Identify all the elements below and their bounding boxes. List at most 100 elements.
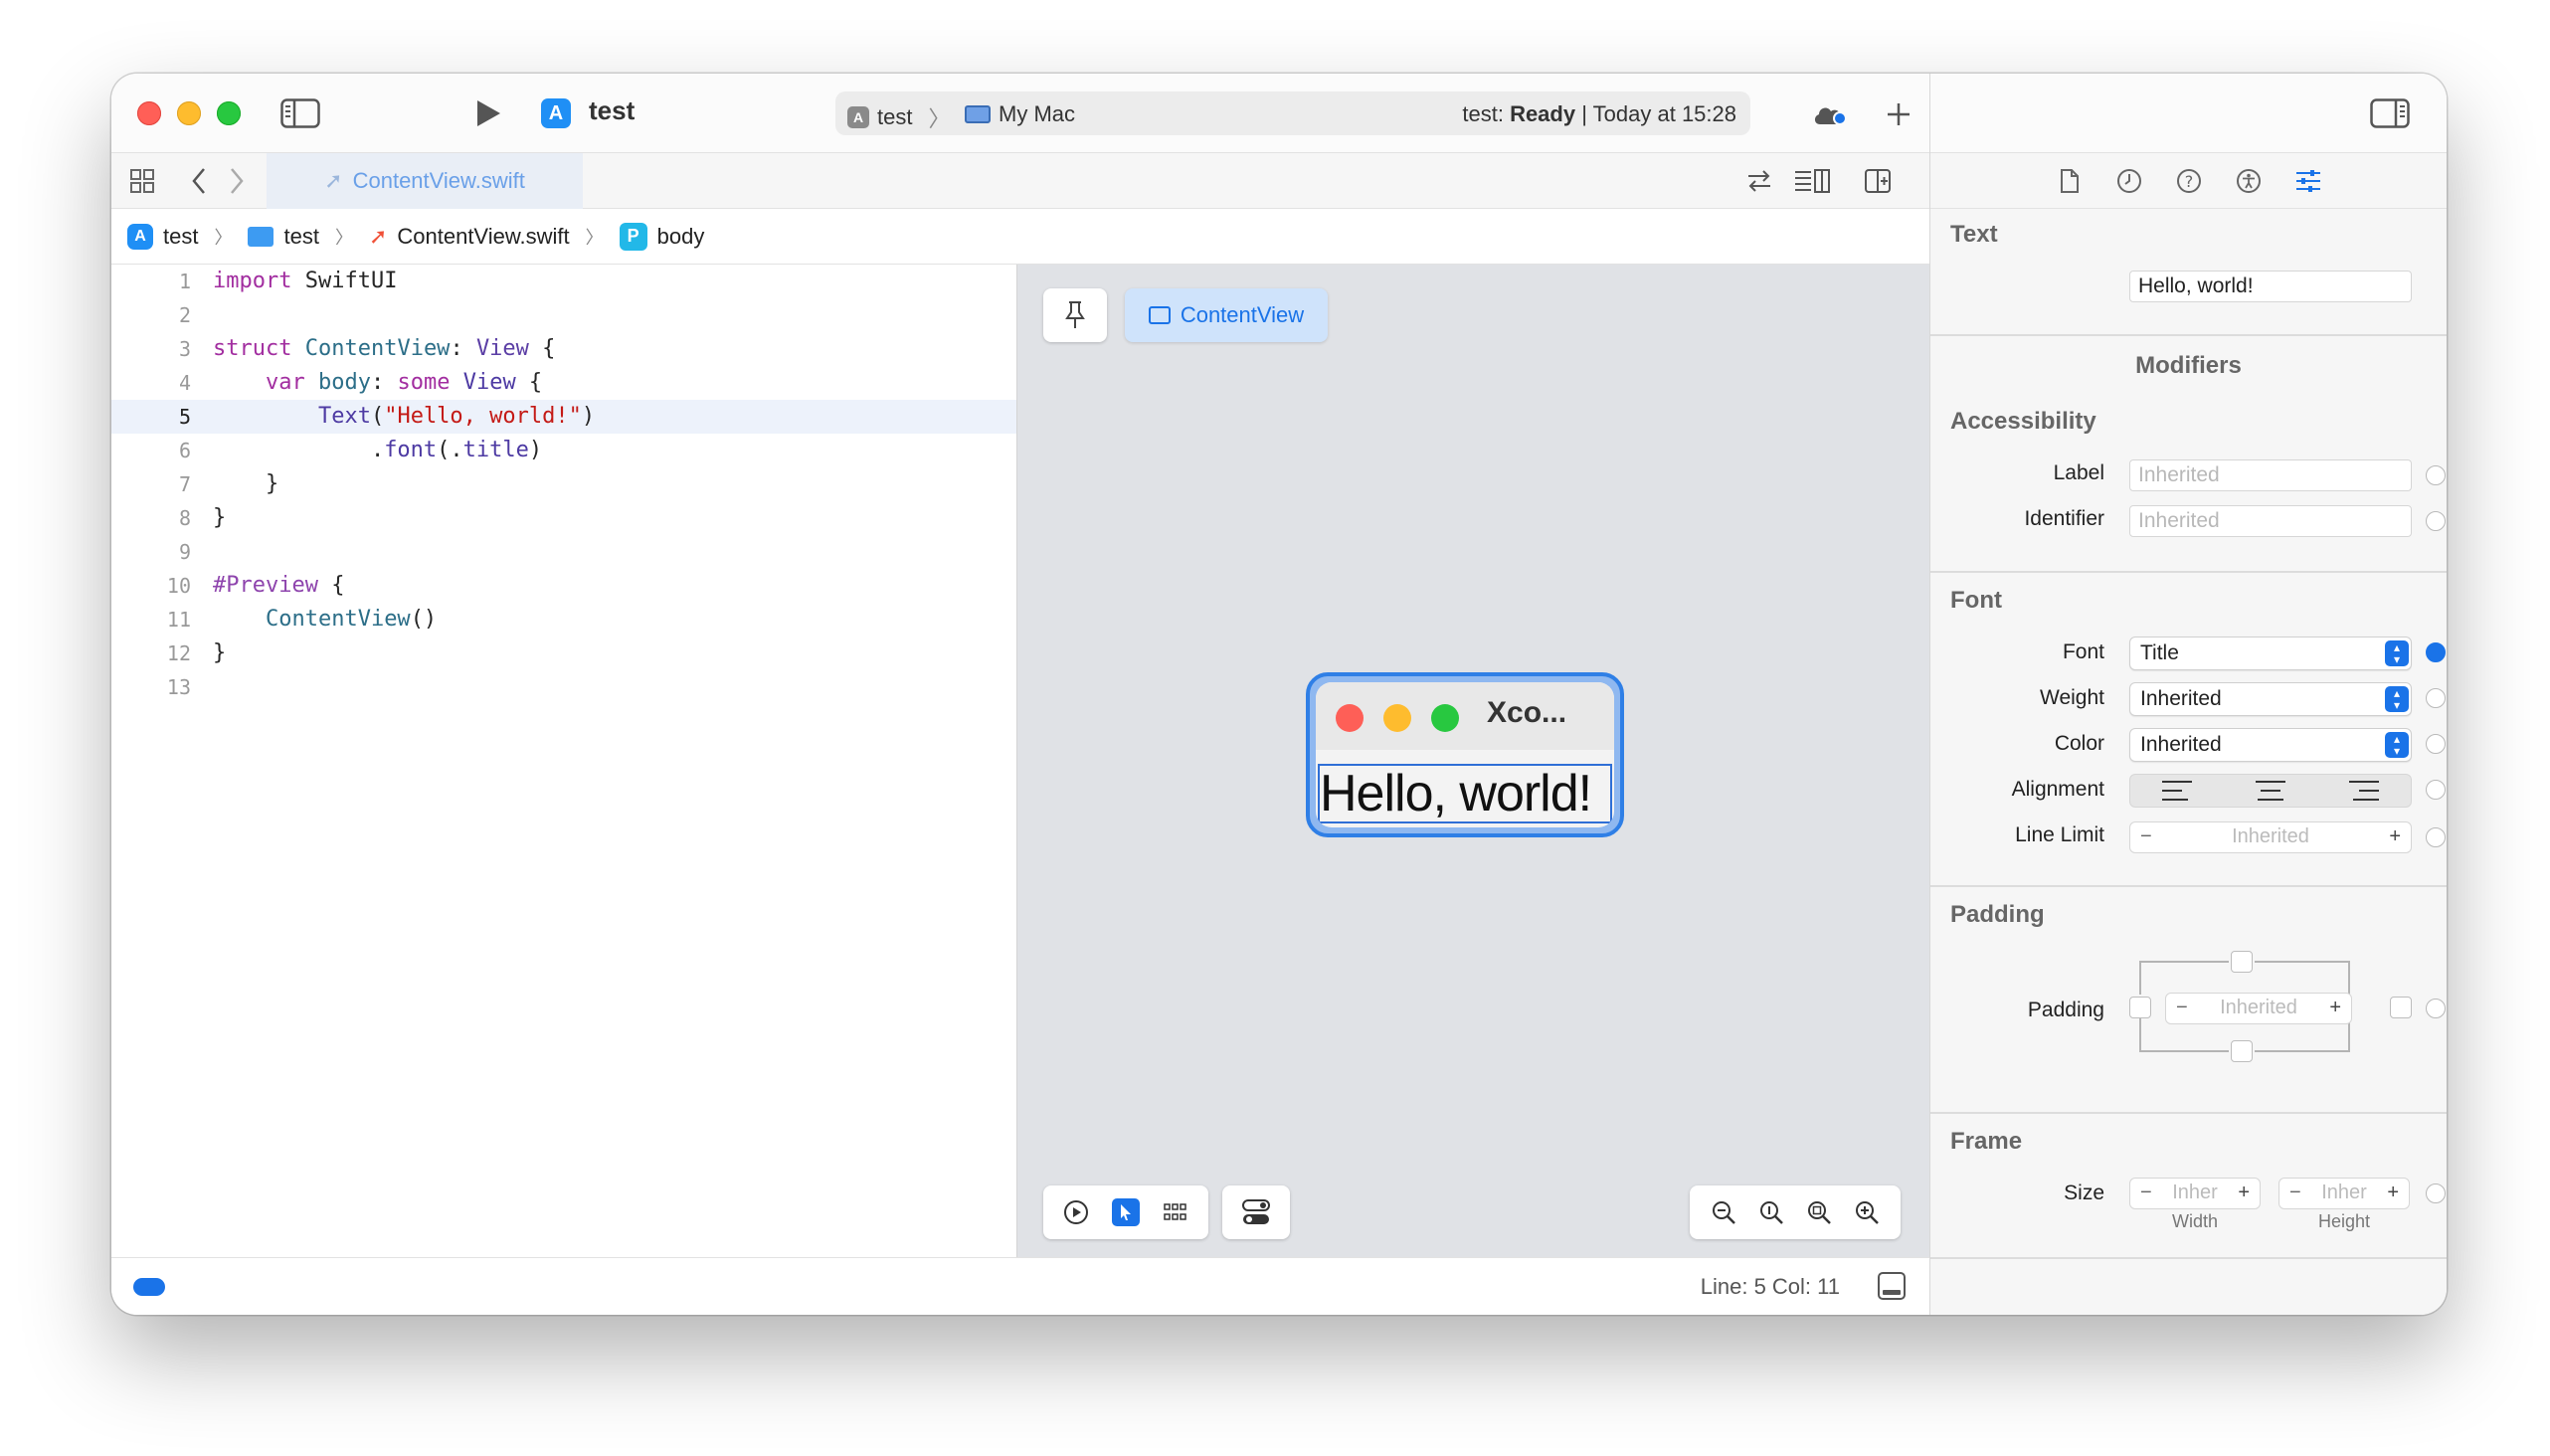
text-content-field[interactable]: Hello, world! (2129, 271, 2412, 302)
plus-icon[interactable]: + (2329, 994, 2341, 1022)
zoom-to-fit-button[interactable] (1802, 1195, 1836, 1229)
font-modifier-toggle[interactable] (2426, 642, 2446, 662)
line-limit-stepper[interactable]: − Inherited + (2129, 821, 2412, 853)
inspector-toggle-icon[interactable] (2370, 97, 2410, 129)
frame-width-stepper[interactable]: − Inher + (2129, 1178, 2261, 1209)
code-line[interactable]: 9 (111, 535, 1016, 569)
debug-area-toggle-icon[interactable] (1878, 1272, 1906, 1300)
divider (1930, 1257, 2447, 1259)
source-editor[interactable]: 1 import SwiftUI 2 3 struct ContentView:… (111, 265, 1016, 1257)
code-text: .font(.title) (213, 438, 543, 462)
code-line[interactable]: 10 #Preview { (111, 569, 1016, 603)
selectable-mode-button[interactable] (1112, 1198, 1140, 1226)
align-left-icon[interactable] (2162, 781, 2192, 801)
padding-bracket (2139, 961, 2141, 995)
forward-chevron-icon[interactable] (225, 167, 249, 195)
line-number: 2 (178, 303, 191, 327)
scheme-name[interactable]: test (589, 95, 635, 126)
code-line[interactable]: 4 var body: some View { (111, 366, 1016, 400)
app-target-icon[interactable]: A (541, 98, 571, 128)
code-line[interactable]: 6 .font(.title) (111, 434, 1016, 467)
line-limit-value: Inherited (2232, 825, 2309, 847)
plus-icon[interactable] (1882, 97, 1915, 131)
add-editor-icon[interactable] (1862, 167, 1894, 195)
font-popup[interactable]: Title ▴ ▾ (2129, 637, 2412, 670)
color-popup[interactable]: Inherited ▴ ▾ (2129, 728, 2412, 762)
zoom-in-button[interactable] (1850, 1195, 1884, 1229)
plus-icon[interactable]: + (2387, 1179, 2399, 1207)
weight-modifier-toggle[interactable] (2426, 688, 2446, 708)
code-line[interactable]: 2 (111, 298, 1016, 332)
swap-arrows-icon[interactable] (1744, 167, 1774, 195)
padding-modifier-toggle[interactable] (2426, 999, 2446, 1018)
padding-top-checkbox[interactable] (2231, 951, 2253, 973)
run-destination[interactable]: My Mac (965, 101, 1075, 127)
accessibility-identifier-toggle[interactable] (2426, 511, 2446, 531)
code-line[interactable]: 8 } (111, 501, 1016, 535)
code-line[interactable]: 1 import SwiftUI (111, 265, 1016, 298)
attributes-inspector-icon[interactable] (2293, 166, 2323, 196)
actual-size-button[interactable] (1754, 1195, 1788, 1229)
device-settings-button[interactable] (1222, 1185, 1290, 1239)
padding-stepper[interactable]: − Inherited + (2165, 993, 2352, 1024)
back-chevron-icon[interactable] (187, 167, 211, 195)
padding-trailing-checkbox[interactable] (2390, 997, 2412, 1018)
preview-close-light (1336, 704, 1364, 732)
code-line[interactable]: 3 struct ContentView: View { (111, 332, 1016, 366)
preview-canvas[interactable]: ContentView Xco... Hello, world! (1016, 265, 1929, 1257)
breadcrumb-group[interactable]: test (283, 224, 318, 250)
alignment-segmented-control[interactable] (2129, 774, 2412, 808)
padding-bottom-checkbox[interactable] (2231, 1040, 2253, 1062)
modifiers-heading: Modifiers (2135, 352, 2242, 379)
line-number: 11 (166, 608, 191, 632)
code-line[interactable]: 11 ContentView() (111, 603, 1016, 637)
live-mode-button[interactable] (1062, 1198, 1090, 1226)
tab-contentview-swift[interactable]: ➚ ContentView.swift (267, 153, 583, 209)
accessibility-label-toggle[interactable] (2426, 465, 2446, 485)
status-time: | Today at 15:28 (1581, 101, 1736, 126)
preview-window-selected[interactable]: Xco... Hello, world! (1306, 672, 1624, 837)
accessibility-label-field[interactable]: Inherited (2129, 459, 2412, 491)
padding-bracket (2255, 961, 2348, 963)
accessibility-identifier-field[interactable]: Inherited (2129, 505, 2412, 537)
frame-modifier-toggle[interactable] (2426, 1183, 2446, 1203)
sidebar-toggle-icon[interactable] (280, 97, 320, 129)
color-label: Color (2054, 732, 2104, 755)
related-items-grid-icon[interactable] (127, 167, 157, 195)
code-line-active[interactable]: 5 Text("Hello, world!") (111, 400, 1016, 434)
alignment-modifier-toggle[interactable] (2426, 780, 2446, 800)
weight-popup[interactable]: Inherited ▴ ▾ (2129, 682, 2412, 716)
plus-icon[interactable]: + (2389, 822, 2401, 851)
plus-icon[interactable]: + (2238, 1179, 2250, 1207)
zoom-out-button[interactable] (1707, 1195, 1740, 1229)
padding-leading-checkbox[interactable] (2129, 997, 2151, 1018)
frame-height-stepper[interactable]: − Inher + (2278, 1178, 2410, 1209)
code-line[interactable]: 7 } (111, 467, 1016, 501)
code-line[interactable]: 13 (111, 670, 1016, 704)
play-circle-icon (1064, 1200, 1088, 1224)
cloud-toggle-icon[interactable] (1810, 99, 1850, 129)
run-icon[interactable] (471, 95, 505, 131)
line-limit-modifier-toggle[interactable] (2426, 827, 2446, 847)
preview-hello-text[interactable]: Hello, world! (1318, 764, 1612, 823)
align-center-icon[interactable] (2256, 781, 2285, 801)
zoom-button[interactable] (217, 101, 241, 125)
align-right-icon[interactable] (2349, 781, 2379, 801)
quick-help-icon[interactable]: ? (2174, 166, 2204, 196)
history-inspector-icon[interactable] (2114, 166, 2144, 196)
breadcrumb-project[interactable]: test (163, 224, 198, 250)
color-modifier-toggle[interactable] (2426, 734, 2446, 754)
code-line[interactable]: 12 } (111, 637, 1016, 670)
breadcrumb-file[interactable]: ContentView.swift (397, 224, 569, 250)
minimize-button[interactable] (177, 101, 201, 125)
file-inspector-icon[interactable] (2055, 166, 2085, 196)
breadcrumb-symbol[interactable]: body (657, 224, 705, 250)
debug-area-pill-icon[interactable] (133, 1278, 165, 1296)
variants-grid-button[interactable] (1162, 1198, 1189, 1226)
accessibility-inspector-icon[interactable] (2234, 166, 2264, 196)
contentview-chip[interactable]: ContentView (1125, 288, 1328, 342)
pin-preview-button[interactable] (1043, 288, 1107, 342)
editor-options-icon[interactable] (1792, 167, 1832, 195)
close-button[interactable] (137, 101, 161, 125)
scheme-target[interactable]: A test 〉 (847, 101, 950, 133)
